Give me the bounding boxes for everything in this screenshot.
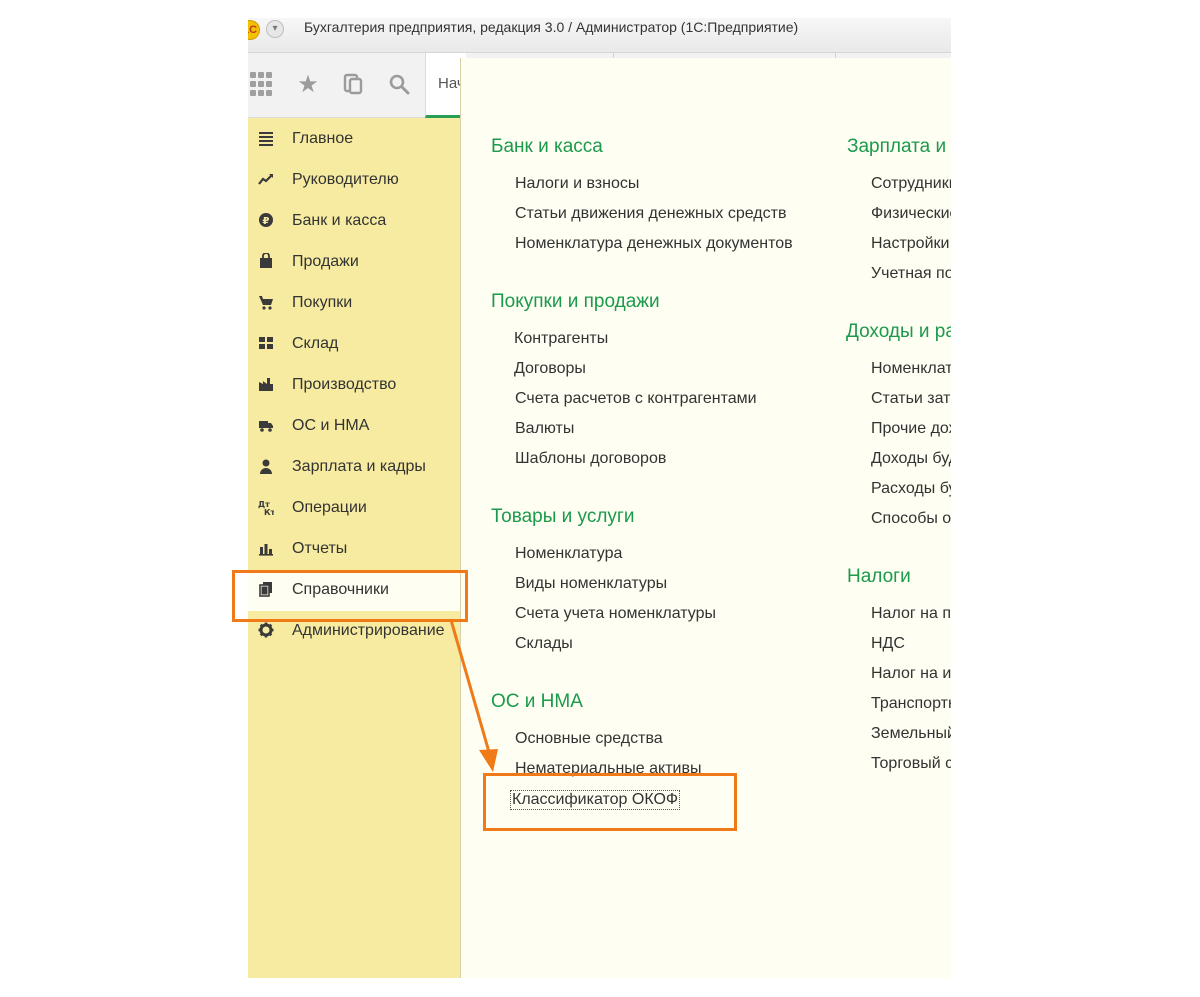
annotation-arrow (449, 619, 498, 772)
